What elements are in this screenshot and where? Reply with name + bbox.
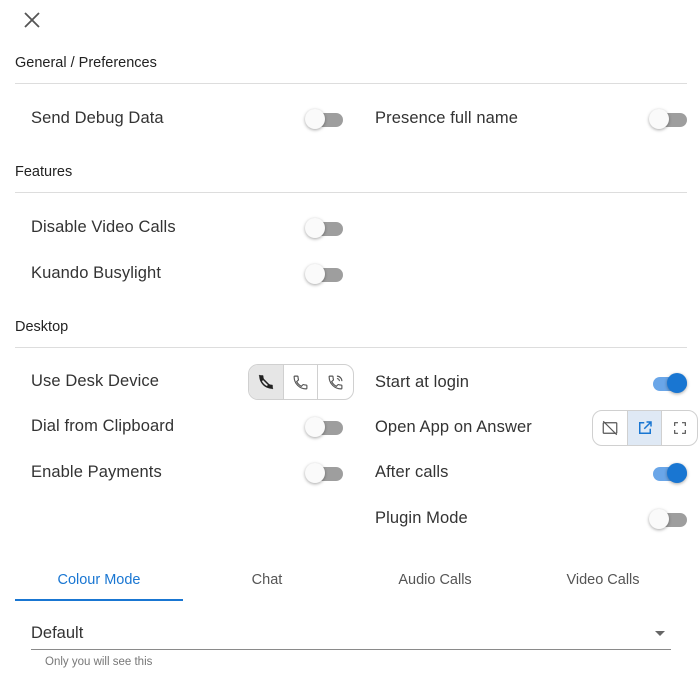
- no-window-icon: [602, 420, 618, 436]
- after-calls-label: After calls: [375, 463, 449, 481]
- colour-mode-select[interactable]: Default: [31, 618, 671, 650]
- send-debug-data-label: Send Debug Data: [31, 109, 164, 127]
- phone-ringing-icon: [328, 375, 343, 389]
- colour-mode-helper-text: Only you will see this: [45, 656, 153, 668]
- colour-mode-value: Default: [31, 624, 84, 642]
- dial-from-clipboard-toggle[interactable]: [305, 417, 343, 437]
- kuando-busylight-label: Kuando Busylight: [31, 264, 162, 282]
- dropdown-arrow-icon: [655, 631, 665, 636]
- desk-phone-icon: [293, 375, 308, 389]
- use-desk-device-label: Use Desk Device: [31, 372, 160, 390]
- section-title-general: General / Preferences: [15, 55, 157, 71]
- open-app-on-answer-label: Open App on Answer: [375, 418, 532, 436]
- desk-device-on-option[interactable]: [284, 365, 319, 399]
- start-at-login-toggle[interactable]: [649, 373, 687, 393]
- start-at-login-label: Start at login: [375, 373, 470, 391]
- tab-audio-calls[interactable]: Audio Calls: [351, 560, 519, 600]
- open-app-none-option[interactable]: [593, 411, 628, 445]
- plugin-mode-toggle[interactable]: [649, 509, 687, 529]
- tab-video-calls[interactable]: Video Calls: [519, 560, 687, 600]
- presence-full-name-label: Presence full name: [375, 109, 519, 127]
- tab-colour-mode[interactable]: Colour Mode: [15, 560, 183, 600]
- section-title-features: Features: [15, 164, 73, 180]
- enable-payments-label: Enable Payments: [31, 463, 162, 481]
- open-app-fullscreen-option[interactable]: [662, 411, 697, 445]
- section-title-desktop: Desktop: [15, 319, 69, 335]
- dial-from-clipboard-label: Dial from Clipboard: [31, 417, 175, 435]
- tab-chat[interactable]: Chat: [183, 560, 351, 600]
- divider: [15, 347, 687, 348]
- kuando-busylight-toggle[interactable]: [305, 264, 343, 284]
- close-button[interactable]: [20, 8, 44, 32]
- close-icon: [24, 12, 40, 28]
- after-calls-toggle[interactable]: [649, 463, 687, 483]
- desk-device-ring-option[interactable]: [318, 365, 353, 399]
- enable-payments-toggle[interactable]: [305, 463, 343, 483]
- disable-video-calls-label: Disable Video Calls: [31, 218, 176, 236]
- disable-video-calls-toggle[interactable]: [305, 218, 343, 238]
- send-debug-data-toggle[interactable]: [305, 109, 343, 129]
- presence-full-name-toggle[interactable]: [649, 109, 687, 129]
- divider: [15, 192, 687, 193]
- open-in-new-icon: [638, 421, 652, 434]
- plugin-mode-label: Plugin Mode: [375, 509, 468, 527]
- no-desk-phone-icon: [258, 374, 274, 390]
- divider: [15, 83, 687, 84]
- open-app-window-option[interactable]: [627, 411, 663, 445]
- desk-device-off-option[interactable]: [249, 365, 284, 399]
- use-desk-device-selector[interactable]: [248, 364, 354, 400]
- active-tab-indicator: [15, 599, 183, 601]
- open-app-on-answer-selector[interactable]: [592, 410, 698, 446]
- fullscreen-icon: [673, 422, 686, 434]
